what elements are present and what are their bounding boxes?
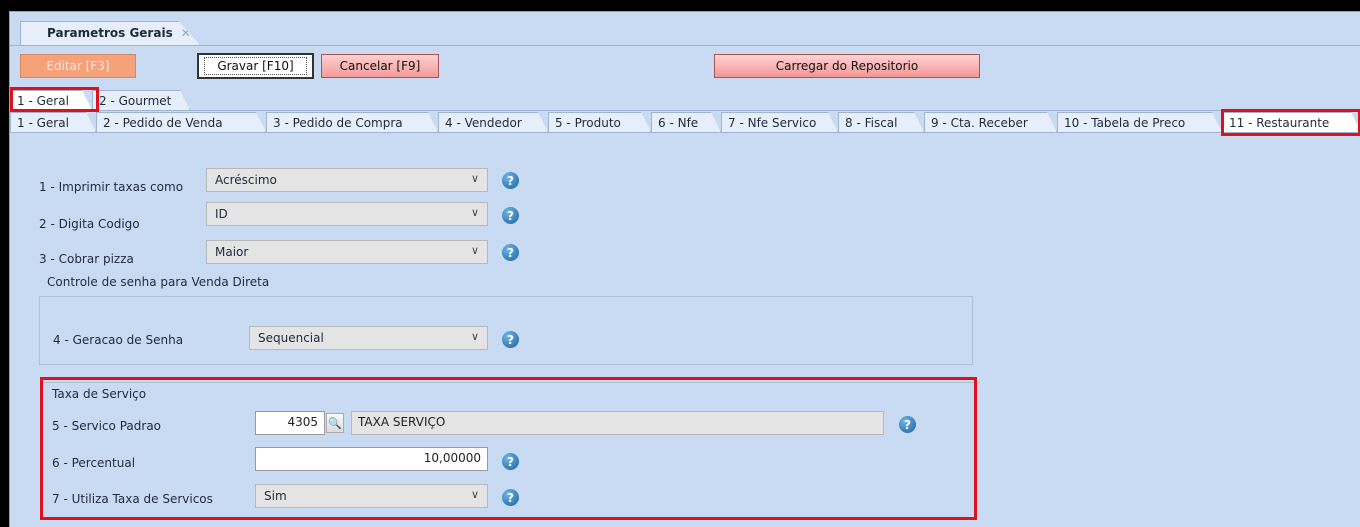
chevron-down-icon: ∨	[470, 488, 479, 501]
percent-input[interactable]: 10,00000	[255, 447, 488, 471]
print-taxes-select[interactable]: Acréscimo ∨	[206, 168, 488, 192]
group-title: Taxa de Serviço	[52, 387, 147, 401]
search-icon[interactable]: 🔍	[326, 413, 344, 433]
select-value: Sim	[264, 489, 287, 503]
select-value: Maior	[215, 245, 249, 259]
field-label: 4 - Geracao de Senha	[53, 333, 184, 347]
save-button-label: Gravar [F10]	[204, 57, 307, 75]
service-description: TAXA SERVIÇO	[351, 411, 884, 435]
help-icon[interactable]: ?	[502, 489, 519, 506]
use-service-fee-select[interactable]: Sim ∨	[255, 484, 488, 508]
document-tab[interactable]: Parametros Gerais ✕	[20, 21, 200, 45]
chevron-down-icon: ∨	[470, 172, 479, 185]
edit-button[interactable]: Editar [F3]	[20, 54, 136, 78]
charge-pizza-select[interactable]: Maior ∨	[206, 240, 488, 264]
field-label: 5 - Servico Padrao	[52, 419, 162, 433]
close-icon[interactable]: ✕	[181, 26, 191, 40]
chevron-down-icon: ∨	[470, 244, 479, 257]
tab-fiscal[interactable]: 8 - Fiscal	[838, 112, 924, 132]
type-code-select[interactable]: ID ∨	[206, 202, 488, 226]
tab-pedido-compra[interactable]: 3 - Pedido de Compra	[266, 112, 438, 132]
help-icon[interactable]: ?	[899, 416, 916, 433]
save-button[interactable]: Gravar [F10]	[197, 53, 314, 79]
tab-vendedor[interactable]: 4 - Vendedor	[438, 112, 548, 132]
help-icon[interactable]: ?	[502, 453, 519, 470]
field-label: 7 - Utiliza Taxa de Servicos	[52, 492, 213, 506]
tab-geral[interactable]: 1 - Geral	[10, 112, 96, 132]
tab-geral-outer[interactable]: 1 - Geral	[10, 90, 92, 110]
field-label: 6 - Percentual	[52, 456, 136, 470]
tab-produto[interactable]: 5 - Produto	[548, 112, 651, 132]
tab-tabela-preco[interactable]: 10 - Tabela de Preco	[1057, 112, 1222, 132]
select-value: ID	[215, 207, 228, 221]
help-icon[interactable]: ?	[502, 331, 519, 348]
service-code-input[interactable]: 4305	[255, 411, 325, 435]
select-value: Acréscimo	[215, 173, 277, 187]
chevron-down-icon: ∨	[470, 206, 479, 219]
tab-restaurante[interactable]: 11 - Restaurante	[1222, 112, 1360, 132]
tab-nfe[interactable]: 6 - Nfe	[651, 112, 721, 132]
tab-pedido-venda[interactable]: 2 - Pedido de Venda	[96, 112, 266, 132]
help-icon[interactable]: ?	[502, 244, 519, 261]
group-title: Controle de senha para Venda Direta	[47, 275, 270, 289]
divider	[10, 110, 1360, 111]
window-frame: Parametros Gerais ✕ Editar [F3] Gravar [F…	[9, 11, 1360, 527]
password-generation-select[interactable]: Sequencial ∨	[249, 326, 488, 350]
chevron-down-icon: ∨	[470, 330, 479, 343]
select-value: Sequencial	[258, 331, 324, 345]
document-tab-title: Parametros Gerais	[47, 26, 173, 40]
divider	[10, 132, 1360, 133]
help-icon[interactable]: ?	[502, 172, 519, 189]
tab-cta-receber[interactable]: 9 - Cta. Receber	[924, 112, 1057, 132]
password-control-group	[39, 296, 973, 365]
field-label: 1 - Imprimir taxas como	[39, 180, 184, 194]
load-repository-button[interactable]: Carregar do Repositorio	[714, 54, 980, 78]
field-label: 3 - Cobrar pizza	[39, 252, 134, 266]
cancel-button[interactable]: Cancelar [F9]	[321, 54, 439, 78]
tab-gourmet[interactable]: 2 - Gourmet	[92, 90, 190, 110]
tab-nfe-servico[interactable]: 7 - Nfe Servico	[721, 112, 838, 132]
field-label: 2 - Digita Codigo	[39, 217, 140, 231]
divider	[10, 45, 1360, 46]
help-icon[interactable]: ?	[502, 207, 519, 224]
